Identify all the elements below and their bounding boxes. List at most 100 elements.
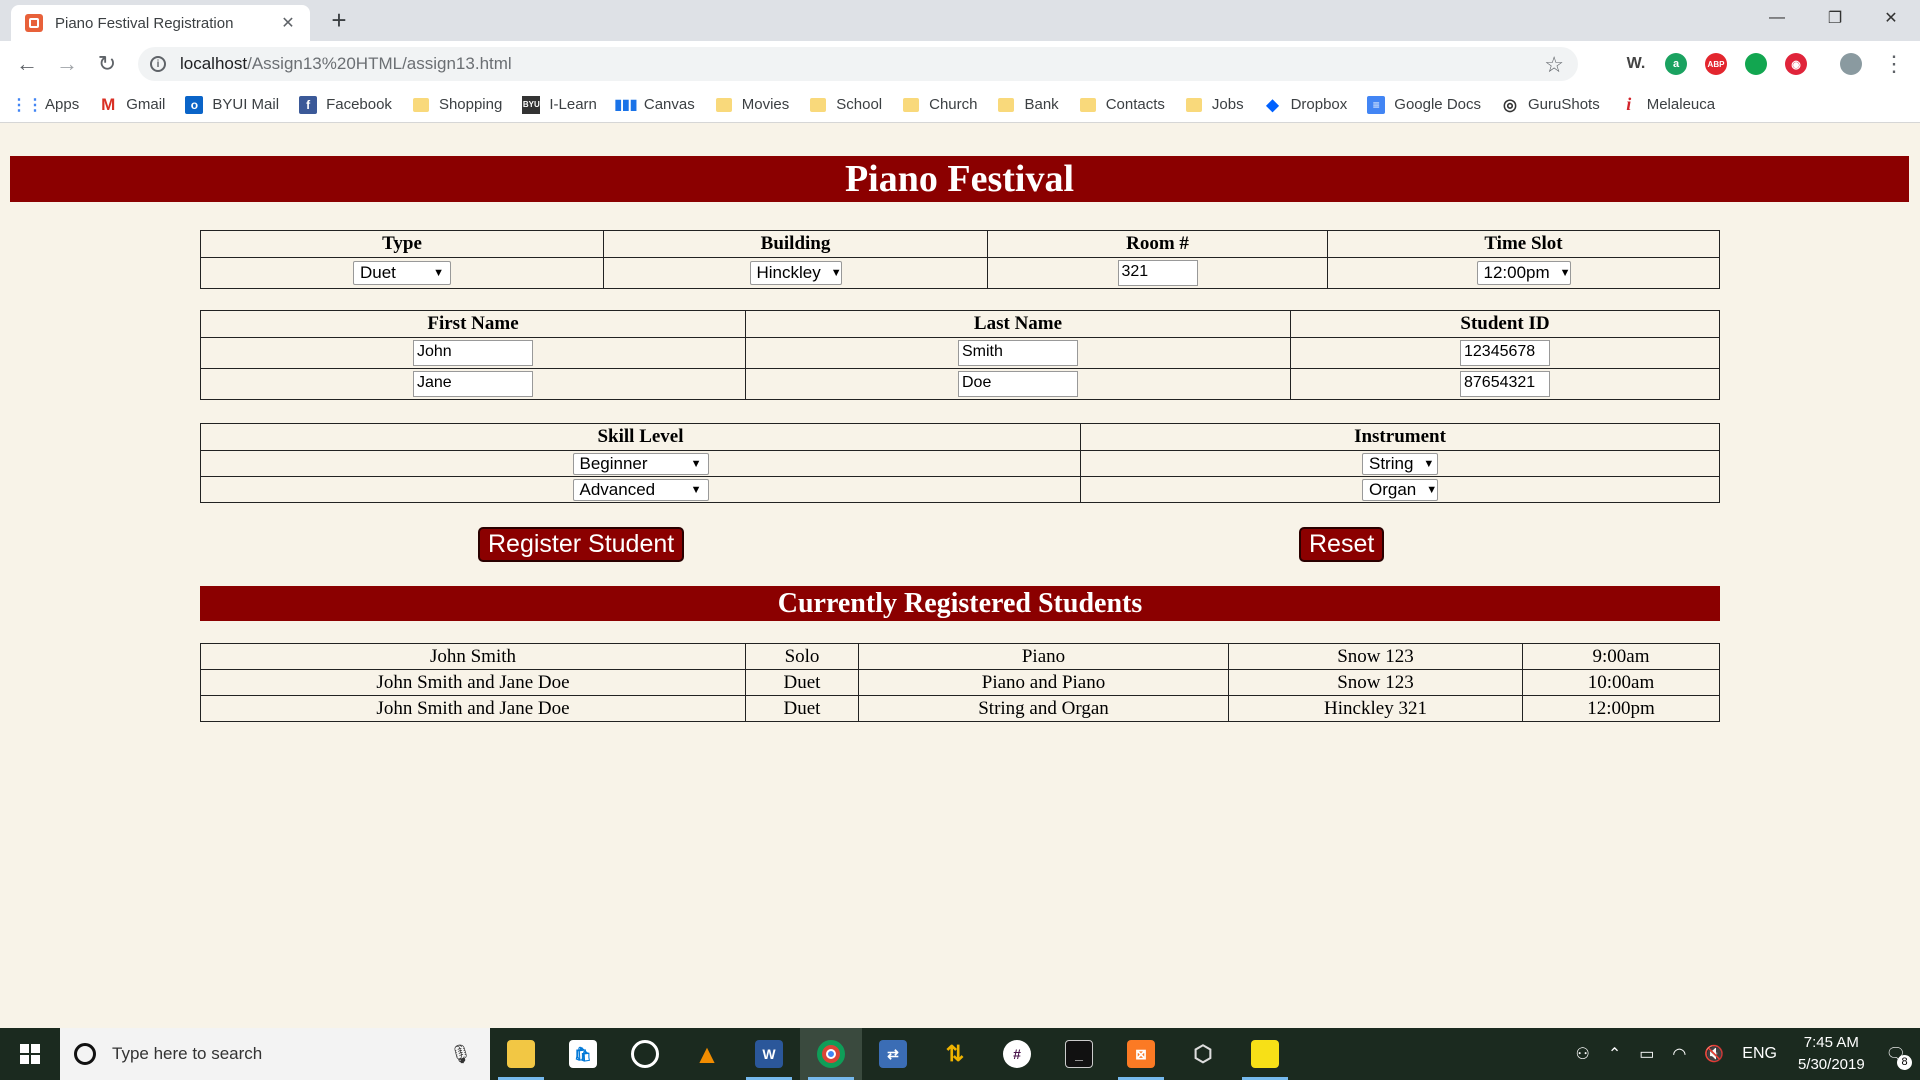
tab-strip: Piano Festival Registration ✕ + — ❐ ✕ (0, 0, 1920, 41)
bookmark-star-icon[interactable]: ☆ (1544, 52, 1564, 78)
close-window-icon[interactable]: ✕ (1862, 0, 1920, 36)
browser-toolbar: ← → ↻ i localhost /Assign13%20HTML/assig… (0, 41, 1920, 87)
action-center-icon[interactable]: 🗨 8 (1886, 1044, 1912, 1070)
tab-title: Piano Festival Registration (55, 14, 234, 32)
skill-level-select[interactable]: Advanced ▼ (572, 478, 709, 501)
bookmark-melaleuca[interactable]: i Melaleuca (1620, 94, 1715, 114)
vlc-icon[interactable]: ▲ (676, 1028, 738, 1080)
forward-icon[interactable]: → (53, 50, 81, 78)
instrument-select[interactable]: Organ ▼ (1362, 478, 1438, 501)
a-extension-icon[interactable]: a (1665, 53, 1687, 75)
melaleuca-icon: i (1626, 94, 1632, 114)
word-icon[interactable]: W (738, 1028, 800, 1080)
browser-tab[interactable]: Piano Festival Registration ✕ (11, 5, 310, 41)
first-name-input[interactable]: John (413, 340, 533, 366)
bookmark-bank[interactable]: Bank (997, 96, 1059, 114)
bookmark-gmail[interactable]: M Gmail (99, 94, 165, 114)
bookmark-google-docs[interactable]: ≡ Google Docs (1367, 95, 1481, 114)
store-icon[interactable]: 🛍 (552, 1028, 614, 1080)
wordtune-extension-icon[interactable]: W. (1625, 53, 1647, 75)
adblock-extension-icon[interactable]: ABP (1705, 53, 1727, 75)
profile-avatar[interactable] (1840, 53, 1862, 75)
bookmark-jobs[interactable]: Jobs (1185, 96, 1244, 114)
type-select[interactable]: Duet ▼ (353, 261, 451, 285)
address-bar[interactable]: i localhost /Assign13%20HTML/assign13.ht… (138, 47, 1578, 81)
reset-button[interactable]: Reset (1299, 527, 1385, 562)
first-name-header: First Name (200, 310, 746, 338)
student-names-cell: John Smith and Jane Doe (200, 695, 746, 722)
new-tab-icon[interactable]: + (325, 6, 353, 34)
people-icon[interactable]: ⚇ (1576, 1044, 1590, 1064)
page-title: Piano Festival (10, 156, 1909, 202)
time-slot-header: Time Slot (1327, 230, 1720, 258)
shield-extension-icon[interactable]: ◉ (1785, 53, 1807, 75)
xampp-icon[interactable]: ⊠ (1110, 1028, 1172, 1080)
bookmark-church[interactable]: Church (902, 96, 977, 114)
type-cell: Duet (745, 695, 859, 722)
bookmark-contacts[interactable]: Contacts (1079, 96, 1165, 114)
file-explorer-icon[interactable] (490, 1028, 552, 1080)
cube-app-icon[interactable]: ⬡ (1172, 1028, 1234, 1080)
student-id-input[interactable]: 87654321 (1460, 371, 1550, 397)
dropdown-arrow-icon: ▼ (1426, 483, 1438, 496)
instrument-select[interactable]: String ▼ (1362, 452, 1438, 475)
bookmark-canvas[interactable]: ▮▮▮ Canvas (614, 96, 694, 114)
bookmark-apps[interactable]: ⋮⋮ Apps (11, 96, 79, 114)
volume-muted-icon[interactable]: 🔇 (1704, 1044, 1724, 1064)
wifi-icon[interactable]: ◠ (1672, 1044, 1686, 1064)
location-cell: Hinckley 321 (1228, 695, 1523, 722)
room-header: Room # (987, 230, 1328, 258)
last-name-input[interactable]: Doe (958, 371, 1078, 397)
bookmark-facebook[interactable]: f Facebook (299, 95, 392, 114)
folder-icon (1079, 96, 1097, 114)
windows-taskbar: Type here to search 🎙 🛍 ▲ W ⇄ ⇅ # _ ⊠ ⬡ … (0, 1028, 1920, 1080)
arrows-app-icon[interactable]: ⇅ (924, 1028, 986, 1080)
gmail-icon: M (101, 94, 116, 114)
clock[interactable]: 7:45 AM 5/30/2019 (1798, 1032, 1865, 1076)
bookmark-gurushots[interactable]: ◎ GuruShots (1501, 96, 1600, 114)
dropdown-arrow-icon: ▼ (690, 457, 702, 470)
battery-icon[interactable]: ▭ (1639, 1044, 1654, 1064)
building-select[interactable]: Hinckley ▼ (749, 261, 842, 285)
reload-icon[interactable]: ↻ (93, 50, 121, 78)
site-info-icon[interactable]: i (150, 56, 166, 72)
location-cell: Snow 123 (1228, 669, 1523, 696)
skill-level-header: Skill Level (200, 423, 1081, 451)
bookmark-school[interactable]: School (809, 96, 882, 114)
register-student-button[interactable]: Register Student (478, 527, 685, 562)
microphone-icon[interactable]: 🎙 (449, 1044, 472, 1065)
back-icon[interactable]: ← (13, 50, 41, 78)
bookmark-byui-mail[interactable]: o BYUI Mail (185, 95, 279, 114)
first-name-input[interactable]: Jane (413, 371, 533, 397)
language-indicator[interactable]: ENG (1742, 1045, 1777, 1063)
google-docs-icon: ≡ (1367, 95, 1386, 114)
bookmark-dropbox[interactable]: ◆ Dropbox (1264, 96, 1347, 114)
groove-icon[interactable] (614, 1028, 676, 1080)
bookmark-movies[interactable]: Movies (715, 96, 789, 114)
skill-level-select[interactable]: Beginner ▼ (572, 452, 709, 475)
bookmark-shopping[interactable]: Shopping (412, 96, 502, 114)
close-tab-icon[interactable]: ✕ (278, 13, 298, 33)
students-table: First Name Last Name Student ID John Smi… (200, 310, 1720, 400)
taskbar-search[interactable]: Type here to search 🎙 (60, 1028, 490, 1080)
restore-icon[interactable]: ❐ (1806, 0, 1864, 36)
start-button[interactable] (0, 1028, 60, 1080)
apps-grid-icon: ⋮⋮ (11, 96, 43, 114)
facebook-icon: f (299, 95, 318, 114)
folder-icon (412, 96, 430, 114)
slack-icon[interactable]: # (986, 1028, 1048, 1080)
terminal-icon[interactable]: _ (1048, 1028, 1110, 1080)
chrome-icon[interactable] (800, 1028, 862, 1080)
show-hidden-icons-chevron-up-icon[interactable]: ⌃ (1608, 1044, 1621, 1064)
student-id-input[interactable]: 12345678 (1460, 340, 1550, 366)
menu-icon[interactable]: ⋮ (1880, 50, 1908, 78)
network-app-icon[interactable]: ⇄ (862, 1028, 924, 1080)
room-input[interactable]: 321 (1117, 260, 1198, 286)
minimize-icon[interactable]: — (1748, 0, 1806, 36)
session-table: Type Building Room # Time Slot Duet ▼ Hin… (200, 230, 1720, 289)
bookmark-i-learn[interactable]: BYU I-Learn (522, 95, 597, 114)
green-extension-icon[interactable] (1745, 53, 1767, 75)
time-slot-select[interactable]: 12:00pm ▼ (1476, 261, 1571, 285)
last-name-input[interactable]: Smith (958, 340, 1078, 366)
sticky-notes-icon[interactable] (1234, 1028, 1296, 1080)
